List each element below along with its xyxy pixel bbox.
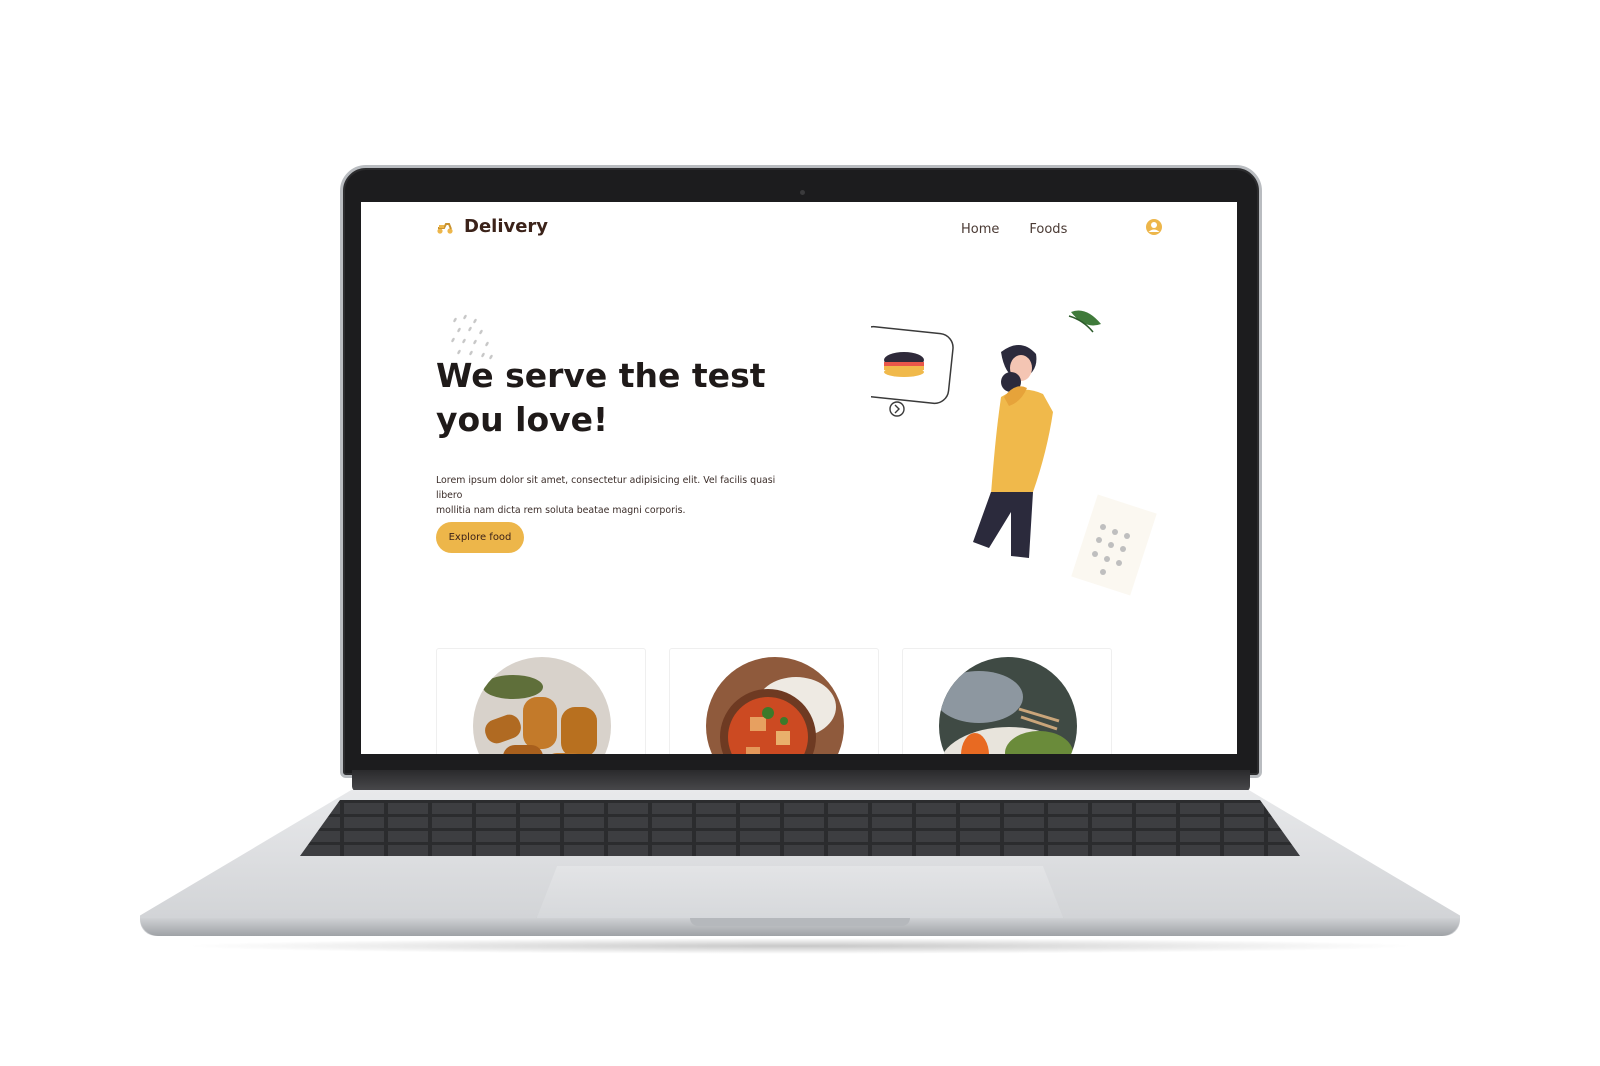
food-image-stew <box>706 657 844 754</box>
top-navigation: Delivery Home Foods <box>361 202 1237 262</box>
keyboard <box>300 800 1300 856</box>
laptop-hinge <box>352 770 1250 792</box>
leaf-decoration <box>1068 310 1101 333</box>
hero-title: We serve the test you love! <box>436 354 796 442</box>
nav-link-home[interactable]: Home <box>961 222 999 237</box>
food-card[interactable] <box>436 648 646 754</box>
nav-link-foods[interactable]: Foods <box>1029 222 1067 237</box>
brand-logo[interactable]: Delivery <box>436 216 548 237</box>
explore-food-button[interactable]: Explore food <box>436 522 524 553</box>
hero-title-line-2: you love! <box>436 400 609 439</box>
food-card[interactable] <box>669 648 879 754</box>
scooter-icon <box>436 221 454 234</box>
user-circle-icon[interactable] <box>1145 218 1163 236</box>
food-image-croquettes <box>473 657 611 754</box>
hero-description-line-2: mollitia nam dicta rem soluta beatae mag… <box>436 505 686 516</box>
laptop-notch <box>690 918 910 926</box>
burger-bubble <box>871 325 954 405</box>
hero-description: Lorem ipsum dolor sit amet, consectetur … <box>436 473 786 518</box>
trackpad <box>536 866 1064 920</box>
person-eating-illustration <box>973 344 1053 558</box>
laptop-shadow <box>180 938 1420 954</box>
chevron-right-circle-icon <box>889 401 905 417</box>
food-cards <box>436 648 1216 754</box>
hero-title-line-1: We serve the test <box>436 356 766 395</box>
brand-name: Delivery <box>464 216 549 237</box>
website-screen: Delivery Home Foods We serve the test yo… <box>361 202 1237 754</box>
food-image-salad <box>939 657 1077 754</box>
decorative-note <box>1071 494 1157 596</box>
hero-illustration <box>871 310 1157 596</box>
nav-links: Home Foods <box>961 222 1067 237</box>
hero-description-line-1: Lorem ipsum dolor sit amet, consectetur … <box>436 475 776 501</box>
webcam <box>800 190 805 195</box>
food-card[interactable] <box>902 648 1112 754</box>
